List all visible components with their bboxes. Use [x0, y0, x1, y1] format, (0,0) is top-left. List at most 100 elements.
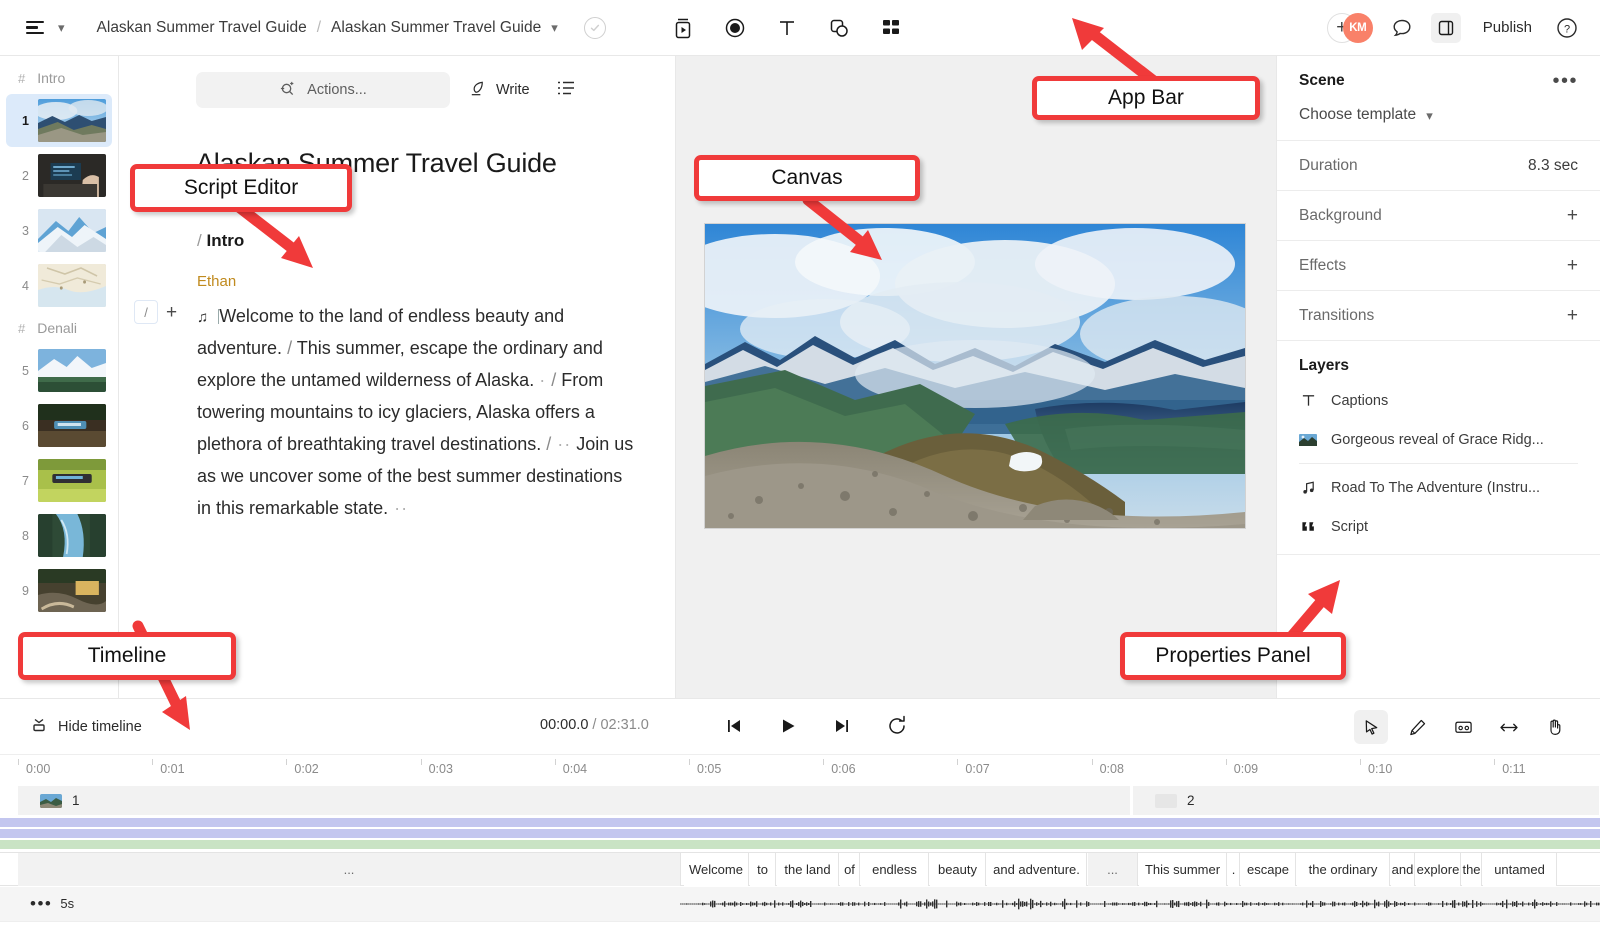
scene-clip[interactable]: 2: [1133, 786, 1600, 815]
caption-word[interactable]: untamed: [1483, 853, 1557, 886]
quill-icon: [468, 79, 487, 102]
comment-icon[interactable]: [1389, 15, 1415, 41]
scene-item-9[interactable]: 9: [6, 564, 112, 617]
scene-item-7[interactable]: 7: [6, 454, 112, 507]
breadcrumb-current[interactable]: Alaskan Summer Travel Guide: [331, 19, 541, 37]
script-paragraph[interactable]: ♫Welcome to the land of endless beauty a…: [197, 300, 637, 524]
layer-item-captions[interactable]: Captions: [1277, 381, 1600, 420]
help-icon[interactable]: ?: [1554, 15, 1580, 41]
scene-more-options-button[interactable]: •••: [1552, 75, 1578, 87]
property-row-effects[interactable]: Effects +: [1277, 241, 1600, 291]
paragraph-gutter: / +: [134, 300, 177, 324]
caption-word[interactable]: This summer: [1139, 853, 1227, 886]
ruler-tick-mark: [555, 759, 556, 765]
caption-word[interactable]: and: [1391, 853, 1415, 886]
ruler-tick-mark: [1092, 759, 1093, 765]
layer-item-script[interactable]: Script: [1277, 507, 1600, 546]
outline-list-icon[interactable]: [556, 79, 576, 102]
record-icon[interactable]: [722, 15, 748, 41]
canvas[interactable]: [676, 56, 1276, 698]
video-band-1[interactable]: [0, 818, 1600, 827]
keyframe-tool-icon[interactable]: [1446, 710, 1480, 744]
text-icon[interactable]: [774, 15, 800, 41]
write-button[interactable]: Write: [468, 79, 530, 102]
scene-item-4[interactable]: 4: [6, 259, 112, 312]
pen-tool-icon[interactable]: [1400, 710, 1434, 744]
hamburger-icon[interactable]: [26, 17, 48, 39]
caption-word[interactable]: of: [840, 853, 860, 886]
layer-item-image[interactable]: Gorgeous reveal of Grace Ridg...: [1277, 420, 1600, 459]
audio-waveform: [680, 887, 1600, 921]
annotation-label: Script Editor: [130, 164, 352, 212]
timeline-ruler[interactable]: 0:000:010:020:030:040:050:060:070:080:09…: [0, 754, 1600, 786]
insert-command-button[interactable]: /: [134, 300, 158, 324]
speaker-name[interactable]: Ethan: [119, 251, 675, 290]
scene-item-3[interactable]: 3: [6, 204, 112, 257]
scene-item-8[interactable]: 8: [6, 509, 112, 562]
property-row-background[interactable]: Background +: [1277, 191, 1600, 241]
layer-item-audio[interactable]: Road To The Adventure (Instru...: [1277, 468, 1600, 507]
caption-word[interactable]: and adventure.: [987, 853, 1087, 886]
annotation-label: Canvas: [694, 155, 920, 201]
add-block-button[interactable]: +: [166, 303, 177, 322]
caption-word[interactable]: Welcome: [684, 853, 749, 886]
caption-word[interactable]: beauty: [930, 853, 986, 886]
add-transition-button[interactable]: +: [1567, 305, 1578, 327]
scene-item-5[interactable]: 5: [6, 344, 112, 397]
caption-word[interactable]: escape: [1241, 853, 1296, 886]
collapse-timeline-icon: [30, 716, 48, 738]
scene-item-1[interactable]: 1: [6, 94, 112, 147]
caption-word[interactable]: .: [1228, 853, 1240, 886]
right-panel-icon[interactable]: [1431, 13, 1461, 43]
total-time: 02:31.0: [600, 717, 648, 733]
breadcrumb-parent[interactable]: Alaskan Summer Travel Guide: [97, 19, 307, 37]
caption-word[interactable]: the: [1462, 853, 1482, 886]
caption-gap[interactable]: ...: [1088, 853, 1138, 886]
scene-list[interactable]: # Intro 1 2: [0, 56, 119, 698]
ruler-tick-label: 0:08: [1100, 762, 1124, 776]
waveform-track[interactable]: ••• 5s: [0, 887, 1600, 921]
play-icon[interactable]: [774, 712, 802, 740]
scene-item-6[interactable]: 6: [6, 399, 112, 452]
grid-apps-icon[interactable]: [878, 15, 904, 41]
scene-number: 4: [20, 279, 29, 293]
hide-timeline-button[interactable]: Hide timeline: [30, 716, 142, 738]
caption-word[interactable]: the land: [777, 853, 839, 886]
audio-band[interactable]: [0, 840, 1600, 849]
caption-word[interactable]: to: [750, 853, 776, 886]
layers-title: Layers: [1277, 341, 1600, 381]
annotation-app-bar: App Bar: [1032, 76, 1260, 120]
caption-word[interactable]: the ordinary: [1297, 853, 1390, 886]
timeline-tools: [1354, 710, 1572, 744]
add-effect-button[interactable]: +: [1567, 255, 1578, 277]
image-layer-icon: [1299, 434, 1317, 446]
canvas-stage[interactable]: [705, 224, 1245, 528]
property-row-transitions[interactable]: Transitions +: [1277, 291, 1600, 341]
caption-gap[interactable]: ...: [18, 853, 681, 886]
avatar[interactable]: KM: [1343, 13, 1373, 43]
loop-icon[interactable]: [885, 713, 909, 742]
annotation-label: App Bar: [1032, 76, 1260, 120]
annotation-script-editor: Script Editor: [130, 164, 352, 212]
resize-tool-icon[interactable]: [1492, 710, 1526, 744]
video-band-2[interactable]: [0, 829, 1600, 838]
property-row-duration[interactable]: Duration 8.3 sec: [1277, 141, 1600, 191]
caption-word[interactable]: explore: [1416, 853, 1461, 886]
actions-button[interactable]: Actions...: [196, 72, 450, 108]
media-library-icon[interactable]: [670, 15, 696, 41]
add-background-button[interactable]: +: [1567, 205, 1578, 227]
skip-end-icon[interactable]: [828, 712, 856, 740]
scene-clip[interactable]: 1: [18, 786, 1131, 815]
select-tool-icon[interactable]: [1354, 710, 1388, 744]
skip-start-icon[interactable]: [720, 712, 748, 740]
chevron-down-icon[interactable]: ▾: [58, 21, 65, 34]
scene-group-header-intro: # Intro: [0, 64, 118, 92]
timeline-controls: Hide timeline 00:00.0 / 02:31.0: [0, 698, 1600, 754]
choose-template-dropdown[interactable]: Choose template ▾: [1277, 90, 1600, 141]
publish-button[interactable]: Publish: [1477, 19, 1538, 36]
caption-word[interactable]: endless: [861, 853, 929, 886]
shapes-icon[interactable]: [826, 15, 852, 41]
scene-item-2[interactable]: 2: [6, 149, 112, 202]
breadcrumb-chevron-down-icon[interactable]: ▾: [551, 21, 558, 34]
hand-tool-icon[interactable]: [1538, 710, 1572, 744]
